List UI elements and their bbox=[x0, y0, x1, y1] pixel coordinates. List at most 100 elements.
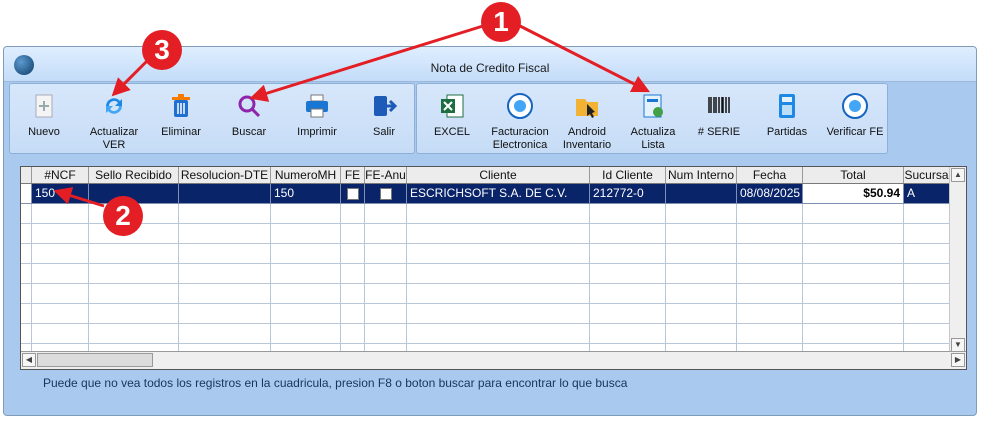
empty-cell[interactable] bbox=[666, 244, 737, 264]
empty-cell[interactable] bbox=[341, 224, 365, 244]
empty-cell[interactable] bbox=[365, 204, 407, 224]
column-header-fecha[interactable]: Fecha bbox=[737, 167, 803, 183]
empty-cell[interactable] bbox=[666, 324, 737, 344]
empty-table-row[interactable] bbox=[21, 224, 950, 244]
exit-button[interactable]: Salir bbox=[355, 84, 413, 139]
empty-cell[interactable] bbox=[365, 264, 407, 284]
empty-cell[interactable] bbox=[737, 204, 803, 224]
empty-cell[interactable] bbox=[803, 244, 904, 264]
column-header-sucursal[interactable]: Sucursa bbox=[904, 167, 950, 183]
empty-cell[interactable] bbox=[803, 304, 904, 324]
empty-cell[interactable] bbox=[904, 204, 950, 224]
empty-cell[interactable] bbox=[904, 304, 950, 324]
empty-cell[interactable] bbox=[803, 264, 904, 284]
empty-cell[interactable] bbox=[365, 324, 407, 344]
empty-cell[interactable] bbox=[32, 284, 89, 304]
empty-table-row[interactable] bbox=[21, 204, 950, 224]
cell-numeromh[interactable]: 150 bbox=[271, 184, 341, 204]
e-invoice-button[interactable]: Facturacion Electronica bbox=[485, 84, 555, 152]
empty-cell[interactable] bbox=[737, 264, 803, 284]
cell-total[interactable]: $50.94 bbox=[803, 184, 904, 204]
empty-cell[interactable] bbox=[341, 284, 365, 304]
empty-cell[interactable] bbox=[21, 244, 32, 264]
column-header-numeromh[interactable]: NumeroMH bbox=[271, 167, 341, 183]
cell-fe-anu[interactable] bbox=[365, 184, 407, 204]
empty-cell[interactable] bbox=[803, 204, 904, 224]
empty-cell[interactable] bbox=[21, 224, 32, 244]
cell-cliente[interactable]: ESCRICHSOFT S.A. DE C.V. bbox=[407, 184, 590, 204]
column-header-cliente[interactable]: Cliente bbox=[407, 167, 590, 183]
empty-cell[interactable] bbox=[89, 304, 179, 324]
empty-cell[interactable] bbox=[179, 304, 271, 324]
empty-cell[interactable] bbox=[179, 284, 271, 304]
update-list-button[interactable]: Actualiza Lista bbox=[623, 84, 683, 152]
empty-cell[interactable] bbox=[737, 304, 803, 324]
empty-cell[interactable] bbox=[407, 244, 590, 264]
cell-resolucion[interactable] bbox=[179, 184, 271, 204]
partidas-button[interactable]: Partidas bbox=[757, 84, 817, 139]
empty-cell[interactable] bbox=[32, 324, 89, 344]
empty-cell[interactable] bbox=[271, 224, 341, 244]
verify-fe-button[interactable]: Verificar FE bbox=[823, 84, 887, 139]
empty-cell[interactable] bbox=[271, 304, 341, 324]
empty-cell[interactable] bbox=[32, 264, 89, 284]
column-header-fe-anu[interactable]: FE-Anu bbox=[365, 167, 407, 183]
empty-cell[interactable] bbox=[590, 304, 666, 324]
excel-button[interactable]: EXCEL bbox=[423, 84, 481, 139]
cell-sucursal[interactable]: A bbox=[904, 184, 950, 204]
column-header-total[interactable]: Total bbox=[803, 167, 904, 183]
empty-cell[interactable] bbox=[32, 304, 89, 324]
cell-fe[interactable] bbox=[341, 184, 365, 204]
credit-notes-grid[interactable]: #NCF Sello Recibido Resolucion-DTE Numer… bbox=[20, 166, 967, 370]
empty-cell[interactable] bbox=[179, 324, 271, 344]
empty-cell[interactable] bbox=[666, 204, 737, 224]
scroll-down-button[interactable]: ▼ bbox=[951, 338, 965, 352]
empty-cell[interactable] bbox=[32, 224, 89, 244]
empty-cell[interactable] bbox=[341, 324, 365, 344]
empty-cell[interactable] bbox=[271, 204, 341, 224]
table-row[interactable]: 150 150 ESCRICHSOFT S.A. DE C.V. 212772-… bbox=[21, 184, 950, 204]
new-button[interactable]: Nuevo bbox=[14, 84, 74, 139]
empty-cell[interactable] bbox=[179, 264, 271, 284]
cell-ncf[interactable]: 150 bbox=[32, 184, 89, 204]
empty-cell[interactable] bbox=[271, 324, 341, 344]
scroll-up-button[interactable]: ▲ bbox=[951, 168, 965, 182]
empty-cell[interactable] bbox=[590, 324, 666, 344]
empty-cell[interactable] bbox=[365, 244, 407, 264]
empty-cell[interactable] bbox=[737, 244, 803, 264]
row-selector[interactable] bbox=[21, 184, 32, 204]
print-button[interactable]: Imprimir bbox=[288, 84, 346, 139]
empty-cell[interactable] bbox=[904, 244, 950, 264]
vertical-scrollbar[interactable]: ▲ ▼ bbox=[949, 167, 966, 353]
empty-cell[interactable] bbox=[21, 284, 32, 304]
empty-cell[interactable] bbox=[590, 224, 666, 244]
cell-id-cliente[interactable]: 212772-0 bbox=[590, 184, 666, 204]
fe-checkbox[interactable] bbox=[346, 188, 359, 200]
empty-cell[interactable] bbox=[407, 204, 590, 224]
cell-fecha[interactable]: 08/08/2025 bbox=[737, 184, 803, 204]
empty-cell[interactable] bbox=[737, 324, 803, 344]
empty-cell[interactable] bbox=[365, 304, 407, 324]
empty-table-row[interactable] bbox=[21, 324, 950, 344]
empty-cell[interactable] bbox=[407, 304, 590, 324]
empty-cell[interactable] bbox=[904, 264, 950, 284]
empty-cell[interactable] bbox=[179, 224, 271, 244]
empty-cell[interactable] bbox=[590, 264, 666, 284]
horizontal-scrollbar[interactable]: ◀ ▶ bbox=[21, 351, 966, 369]
empty-table-row[interactable] bbox=[21, 284, 950, 304]
column-header-sello[interactable]: Sello Recibido bbox=[89, 167, 179, 183]
empty-cell[interactable] bbox=[179, 244, 271, 264]
empty-cell[interactable] bbox=[341, 204, 365, 224]
empty-cell[interactable] bbox=[904, 224, 950, 244]
empty-cell[interactable] bbox=[666, 224, 737, 244]
empty-cell[interactable] bbox=[89, 284, 179, 304]
empty-cell[interactable] bbox=[590, 284, 666, 304]
serial-button[interactable]: # SERIE bbox=[689, 84, 749, 139]
empty-table-row[interactable] bbox=[21, 264, 950, 284]
empty-table-row[interactable] bbox=[21, 304, 950, 324]
empty-cell[interactable] bbox=[737, 284, 803, 304]
empty-cell[interactable] bbox=[666, 264, 737, 284]
empty-cell[interactable] bbox=[365, 284, 407, 304]
empty-cell[interactable] bbox=[89, 264, 179, 284]
empty-cell[interactable] bbox=[407, 224, 590, 244]
